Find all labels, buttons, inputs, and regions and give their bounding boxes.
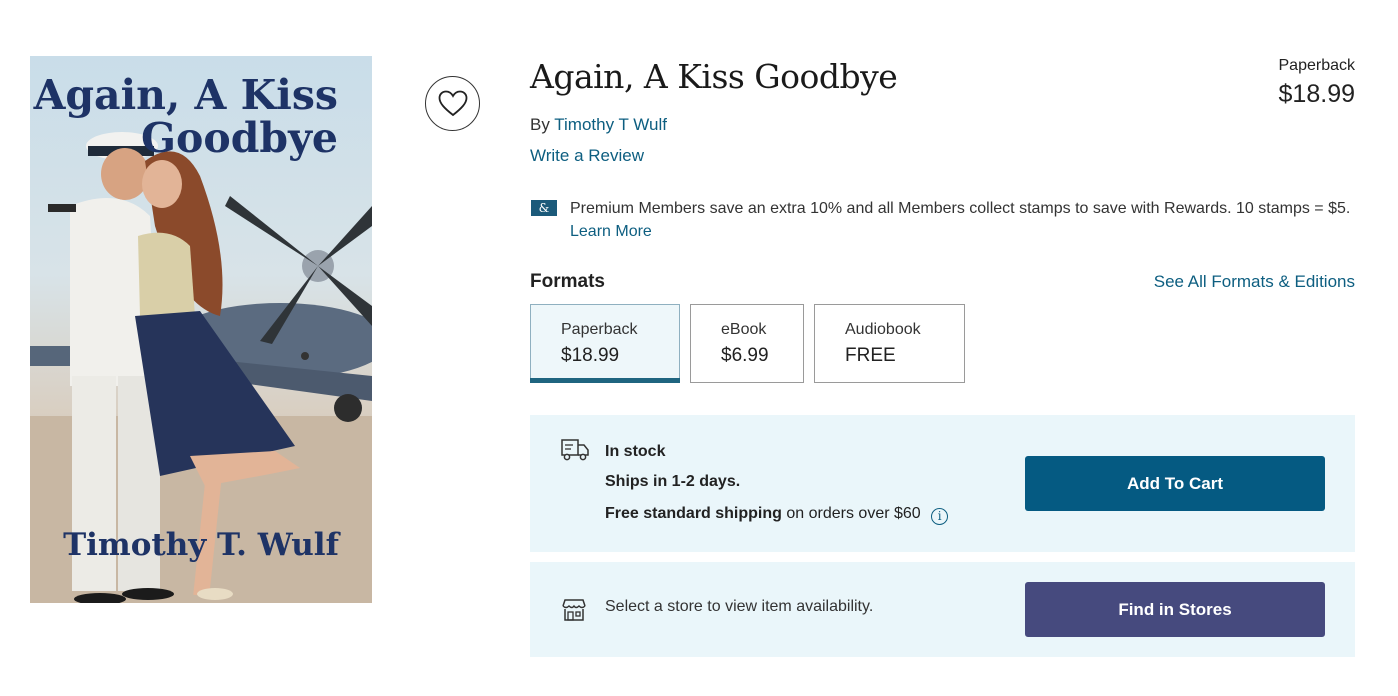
store-icon xyxy=(562,599,586,621)
book-cover[interactable]: Again, A Kiss Goodbye Timothy T. Wulf xyxy=(30,56,372,603)
store-availability-text: Select a store to view item availability… xyxy=(605,598,874,615)
free-shipping-bold: Free standard shipping xyxy=(605,505,782,522)
format-price: $18.99 xyxy=(561,345,620,366)
store-panel: Select a store to view item availability… xyxy=(530,562,1355,657)
wishlist-button[interactable] xyxy=(425,76,480,131)
format-ebook[interactable]: eBook $6.99 xyxy=(690,304,804,383)
format-name: eBook xyxy=(721,321,767,338)
product-title: Again, A Kiss Goodbye xyxy=(530,57,898,96)
free-shipping-text: Free standard shipping on orders over $6… xyxy=(605,505,949,525)
premium-text: Premium Members save an extra 10% and al… xyxy=(570,197,1355,243)
formats-heading: Formats xyxy=(530,271,605,292)
heart-icon xyxy=(438,90,467,117)
format-paperback[interactable]: Paperback $18.99 xyxy=(530,304,680,383)
format-audiobook[interactable]: Audiobook FREE xyxy=(814,304,965,383)
cover-author: Timothy T. Wulf xyxy=(63,527,339,563)
ships-timing: Ships in 1-2 days. xyxy=(605,473,741,490)
premium-message: Premium Members save an extra 10% and al… xyxy=(570,200,1351,217)
cover-title-line1: Again, A Kiss xyxy=(33,71,338,119)
byline: By Timothy T Wulf xyxy=(530,115,667,135)
info-icon[interactable]: i xyxy=(931,508,949,525)
product-price: $18.99 xyxy=(1278,80,1355,108)
author-link[interactable]: Timothy T Wulf xyxy=(554,115,667,134)
cover-title: Again, A Kiss Goodbye xyxy=(30,74,372,160)
see-all-formats-link[interactable]: See All Formats & Editions xyxy=(1154,272,1355,292)
write-review-link[interactable]: Write a Review xyxy=(530,146,644,166)
cover-title-line2: Goodbye xyxy=(141,114,338,162)
format-name: Audiobook xyxy=(845,321,921,338)
add-to-cart-button[interactable]: Add To Cart xyxy=(1025,456,1325,511)
find-in-stores-button[interactable]: Find in Stores xyxy=(1025,582,1325,637)
free-shipping-rest: on orders over $60 xyxy=(786,505,921,522)
format-price: $6.99 xyxy=(721,345,769,366)
stock-status: In stock xyxy=(605,443,666,460)
selected-format-label: Paperback xyxy=(1278,57,1356,74)
shipping-panel: In stock Ships in 1-2 days. Free standar… xyxy=(530,415,1355,552)
format-name: Paperback xyxy=(561,321,638,338)
premium-badge: & xyxy=(531,200,557,216)
truck-icon xyxy=(561,439,589,461)
by-prefix: By xyxy=(530,115,550,134)
format-price: FREE xyxy=(845,345,896,366)
learn-more-link[interactable]: Learn More xyxy=(570,223,652,240)
